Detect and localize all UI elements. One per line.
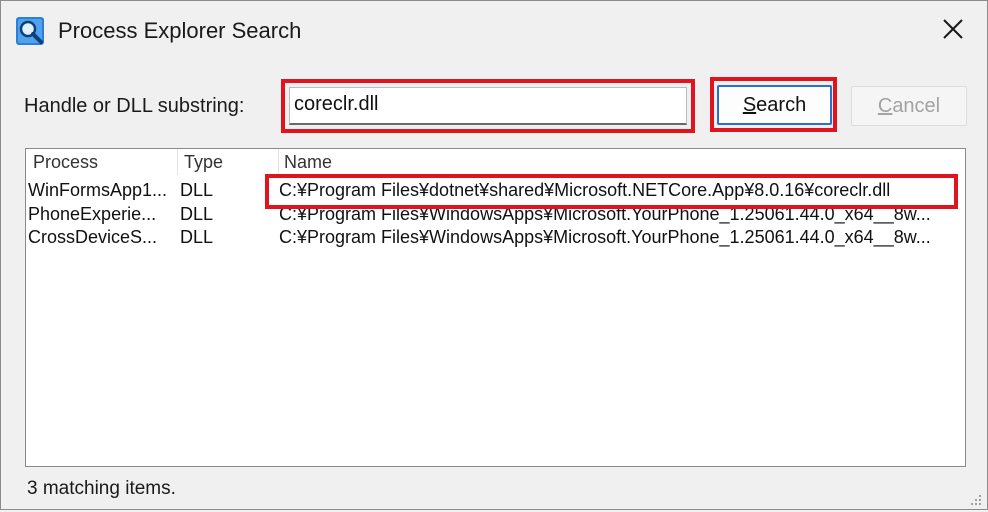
resize-grip-icon[interactable] — [967, 491, 983, 507]
type-cell: DLL — [180, 180, 214, 200]
cancel-button-accel: C — [877, 94, 893, 117]
process-cell: CrossDeviceS... — [28, 227, 158, 247]
title-bar[interactable]: Process Explorer Search — [1, 1, 987, 63]
search-button[interactable]: Search — [717, 85, 832, 125]
status-text: 3 matching items. — [27, 478, 176, 499]
column-divider[interactable] — [177, 149, 178, 175]
cancel-button-label: ancel — [892, 94, 941, 117]
column-header-type[interactable]: Type — [184, 152, 223, 173]
substring-label: Handle or DLL substring: — [24, 95, 245, 117]
results-header: Process Type Name — [26, 149, 965, 176]
window-title: Process Explorer Search — [58, 18, 302, 43]
type-cell: DLL — [180, 204, 214, 224]
search-button-label: earch — [756, 93, 807, 116]
column-header-name[interactable]: Name — [284, 152, 332, 173]
column-divider[interactable] — [278, 149, 279, 175]
cancel-button[interactable]: Cancel — [851, 86, 967, 126]
substring-input[interactable] — [289, 87, 687, 125]
process-cell: PhoneExperie... — [28, 204, 157, 224]
magnifier-app-icon — [15, 16, 45, 46]
process-cell: WinFormsApp1... — [28, 180, 168, 200]
close-button[interactable] — [929, 9, 977, 53]
search-button-accel: S — [742, 93, 757, 116]
type-cell: DLL — [180, 227, 214, 247]
close-icon — [942, 18, 964, 45]
search-dialog: Process Explorer Search Handle or DLL su… — [0, 0, 988, 510]
table-row[interactable]: CrossDeviceS... DLL C:¥Program Files¥Win… — [26, 226, 965, 249]
column-header-process[interactable]: Process — [33, 152, 98, 173]
result-highlight-box — [265, 174, 958, 209]
name-cell: C:¥Program Files¥WindowsApps¥Microsoft.Y… — [279, 227, 931, 247]
